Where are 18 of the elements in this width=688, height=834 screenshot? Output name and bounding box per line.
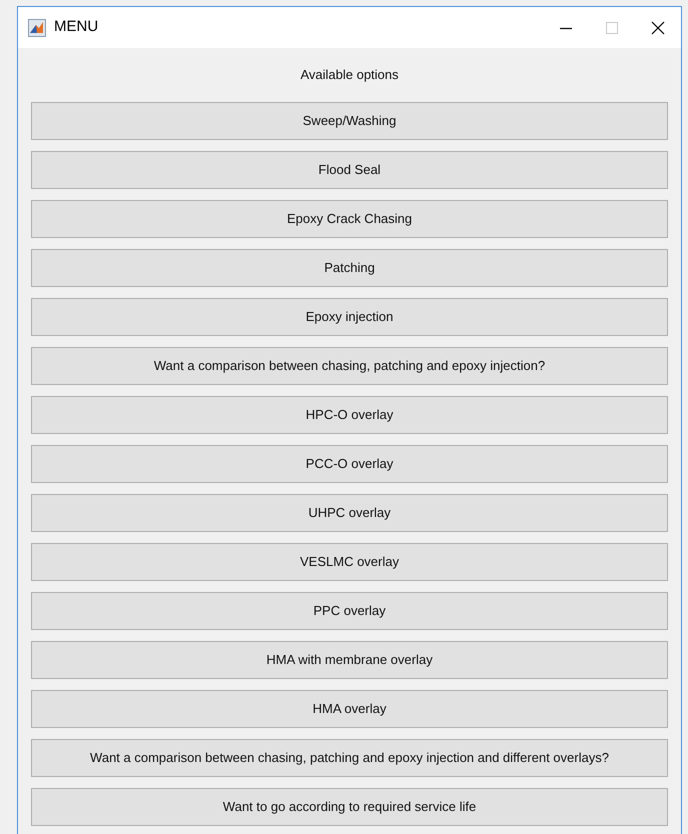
- option-button[interactable]: PCC-O overlay: [31, 444, 668, 482]
- option-button[interactable]: Flood Seal: [31, 150, 668, 188]
- option-button[interactable]: HMA with membrane overlay: [31, 640, 668, 678]
- window-title: MENU: [54, 17, 98, 38]
- option-button[interactable]: UHPC overlay: [31, 494, 668, 532]
- option-button[interactable]: Epoxy injection: [31, 298, 668, 336]
- option-button[interactable]: Sweep/Washing: [31, 102, 668, 140]
- app-logo-icon: [28, 18, 46, 36]
- option-button[interactable]: HMA overlay: [31, 690, 668, 728]
- heading-text: Available options: [300, 66, 399, 84]
- option-button[interactable]: Want a comparison between chasing, patching and epoxy injection and different overlays?: [31, 738, 668, 776]
- option-button[interactable]: HPC-O overlay: [31, 396, 668, 434]
- option-button[interactable]: Want to go according to required service life: [31, 788, 668, 826]
- option-button[interactable]: Epoxy Crack Chasing: [31, 200, 668, 238]
- option-button[interactable]: PPC overlay: [31, 592, 668, 630]
- option-button[interactable]: VESLMC overlay: [31, 542, 668, 580]
- option-button[interactable]: Patching: [31, 248, 668, 286]
- option-button[interactable]: Want a comparison between chasing, patching and epoxy injection?: [31, 346, 668, 384]
